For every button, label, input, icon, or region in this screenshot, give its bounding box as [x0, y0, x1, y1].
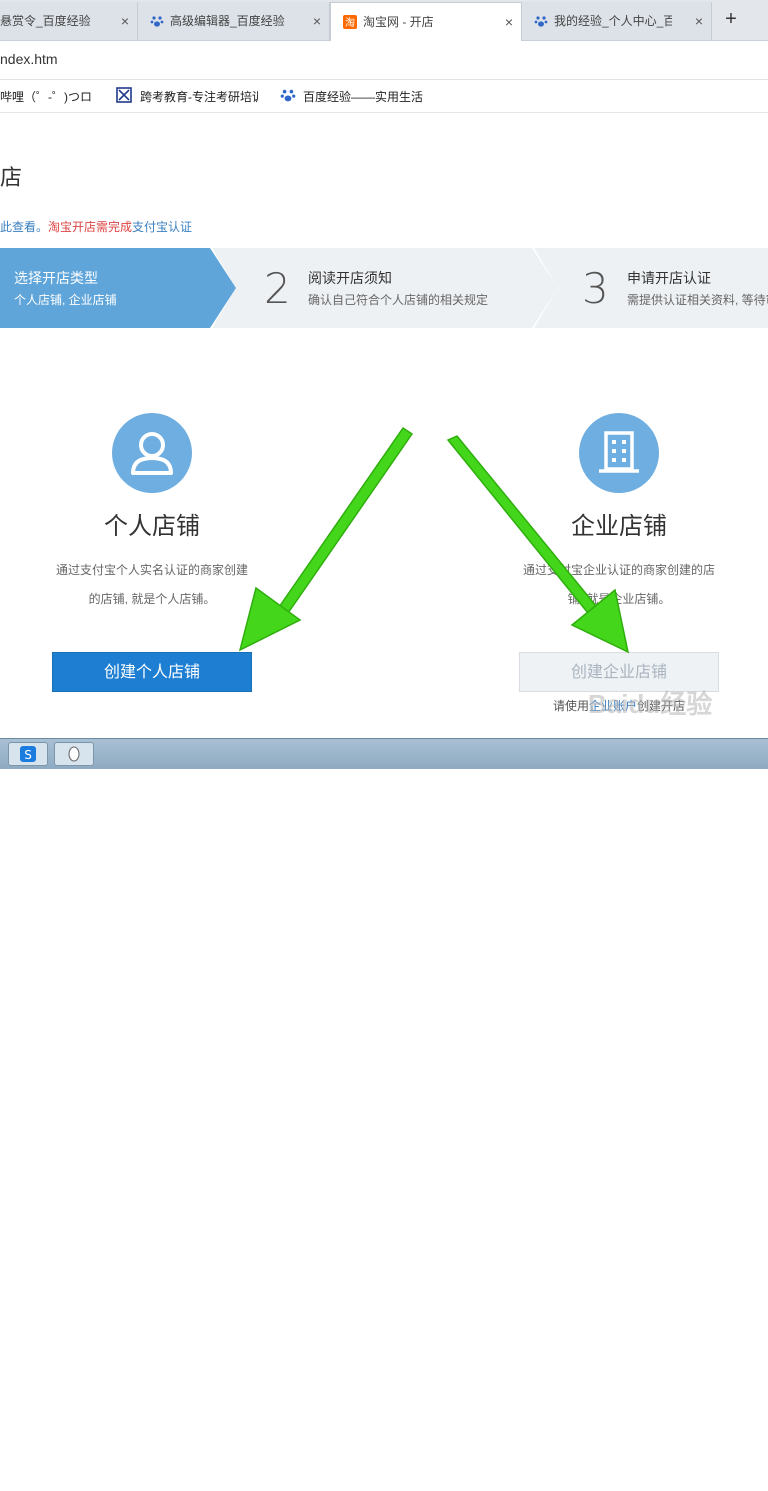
notice-prefix[interactable]: 此查看。	[0, 220, 48, 234]
paw-icon	[534, 16, 548, 27]
tab-label: 悬赏令_百度经验	[0, 14, 91, 28]
step-1-active: 选择开店类型 个人店铺, 企业店铺	[0, 248, 236, 328]
paw-icon	[280, 89, 296, 102]
notice-red: 淘宝开店需完成	[48, 220, 133, 234]
note-prefix: 请使用	[553, 699, 590, 713]
tab-advanced-editor[interactable]: 高级编辑器_百度经验 ×	[138, 2, 330, 40]
personal-desc-line1: 通过支付宝个人实名认证的商家创建	[55, 563, 248, 577]
notice-text: 此查看。淘宝开店需完成支付宝认证	[0, 218, 192, 235]
new-tab-button[interactable]: +	[718, 6, 744, 34]
personal-desc-line2: 的店铺, 就是个人店铺。	[88, 592, 216, 606]
step-2-sub: 确认自己符合个人店铺的相关规定	[308, 293, 489, 307]
enterprise-desc-line1: 通过支付宝企业认证的商家创建的店	[522, 563, 715, 577]
taskbar: S jingyan.baidu.com	[0, 738, 768, 1491]
browser-tab-bar: 悬赏令_百度经验 × 高级编辑器_百度经验 × 淘 淘宝网 - 开店 × 我的经…	[0, 0, 768, 41]
personal-store-desc: 通过支付宝个人实名认证的商家创建 的店铺, 就是个人店铺。	[42, 556, 262, 614]
baidu-jingyan-watermark-logo: Baidu经验	[588, 689, 713, 719]
bookmark-bilibili[interactable]: 哔哩（゜-゜)つロ	[0, 88, 92, 105]
step-progress: 选择开店类型 个人店铺, 企业店铺 2 阅读开店须知 确认自己符合个人店铺的相关…	[0, 248, 768, 328]
tab-label: 我的经验_个人中心_百度	[554, 14, 672, 28]
close-icon[interactable]: ×	[695, 2, 703, 40]
bookmark-kuakao[interactable]: 跨考教育-专注考研培训	[140, 88, 258, 105]
address-text: ndex.htm	[0, 51, 58, 67]
kuakao-logo-icon	[116, 87, 132, 103]
enterprise-store-desc: 通过支付宝企业认证的商家创建的店 铺, 就是企业店铺。	[509, 556, 729, 614]
step-1-title: 选择开店类型	[14, 270, 98, 286]
step-3-sub: 需提供认证相关资料, 等待审	[627, 293, 768, 307]
tab-taobao-open-store[interactable]: 淘 淘宝网 - 开店 ×	[330, 2, 522, 41]
create-personal-store-button[interactable]: 创建个人店铺	[52, 652, 252, 692]
enterprise-desc-line2: 铺, 就是企业店铺。	[567, 592, 671, 606]
step-3-bg	[534, 248, 768, 328]
taskbar-app-mouse[interactable]	[54, 742, 94, 766]
bookmarks-bar: 哔哩（゜-゜)つロ 跨考教育-专注考研培训 百度经验——实用生活	[0, 80, 768, 113]
tab-bounty[interactable]: 悬赏令_百度经验 ×	[0, 2, 138, 40]
personal-store-title: 个人店铺	[104, 513, 200, 540]
step-3-title: 申请开店认证	[627, 270, 711, 286]
tab-label: 高级编辑器_百度经验	[170, 14, 285, 28]
svg-text:S: S	[24, 748, 32, 762]
close-icon[interactable]: ×	[121, 2, 129, 40]
enterprise-store-title: 企业店铺	[571, 513, 667, 540]
address-bar[interactable]: ndex.htm	[0, 41, 768, 80]
svg-text:淘: 淘	[345, 16, 355, 29]
step-3-number: 3	[582, 264, 609, 313]
step-2-number: 2	[264, 264, 291, 313]
taskbar-app-sogou[interactable]: S	[8, 742, 48, 766]
step-1-sub: 个人店铺, 企业店铺	[14, 293, 117, 307]
alipay-cert-link[interactable]: 支付宝认证	[132, 220, 192, 234]
close-icon[interactable]: ×	[505, 3, 513, 41]
page-title: 店	[0, 165, 23, 190]
step-2-title: 阅读开店须知	[308, 270, 392, 286]
bookmark-baidu-jingyan[interactable]: 百度经验——实用生活	[303, 88, 423, 105]
building-icon	[579, 413, 659, 493]
taobao-icon: 淘	[343, 15, 357, 29]
tab-label: 淘宝网 - 开店	[363, 15, 434, 29]
paw-icon	[150, 16, 164, 27]
tab-my-experience[interactable]: 我的经验_个人中心_百度 ×	[522, 2, 712, 40]
person-icon	[112, 413, 192, 493]
close-icon[interactable]: ×	[313, 2, 321, 40]
jingyan-watermark: jingyan.baidu.com	[615, 1475, 728, 1491]
